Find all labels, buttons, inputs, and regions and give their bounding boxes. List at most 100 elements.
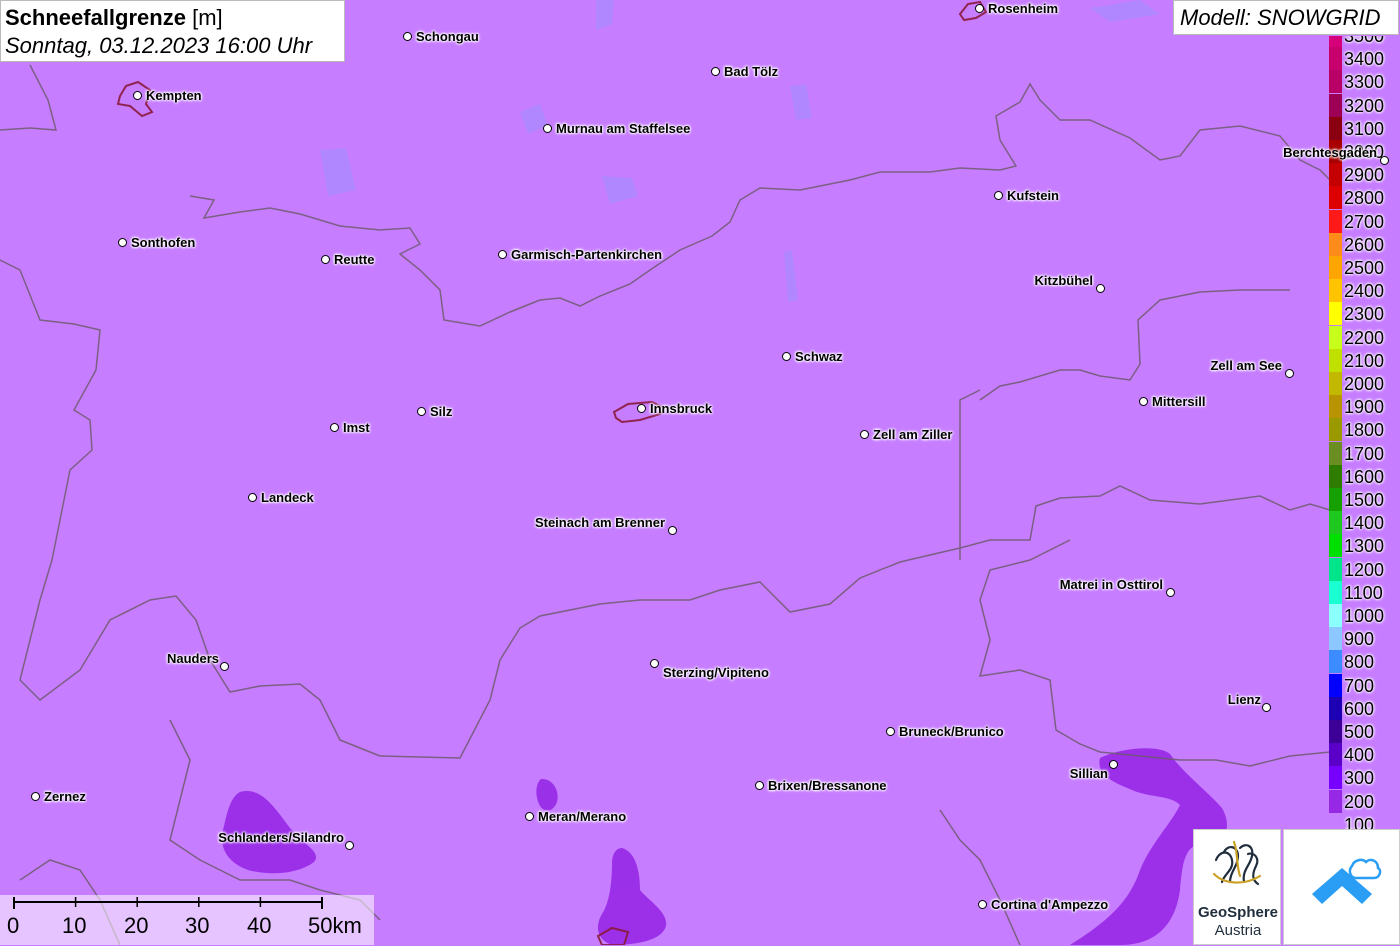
legend-swatch (1329, 534, 1342, 558)
legend-swatch (1329, 325, 1342, 349)
legend-swatch (1329, 650, 1342, 674)
place-marker[interactable] (978, 900, 987, 909)
place-marker[interactable] (220, 662, 229, 671)
map-canvas[interactable] (0, 0, 1400, 945)
legend-label: 1900 (1344, 397, 1385, 418)
legend-swatch (1329, 36, 1342, 47)
legend-swatch (1329, 163, 1342, 187)
snowgrid-logo[interactable] (1283, 829, 1400, 945)
place-label: Lienz (1227, 692, 1261, 707)
place-marker[interactable] (330, 423, 339, 432)
legend-entry: 2900 (1328, 163, 1400, 187)
place-marker[interactable] (782, 352, 791, 361)
legend-label: 900 (1344, 629, 1375, 650)
legend-label: 700 (1344, 675, 1375, 696)
legend-entry: 2700 (1328, 209, 1400, 233)
legend-entry: 2000 (1328, 372, 1400, 395)
legend-entry: 1600 (1328, 464, 1400, 488)
scale-label-50km: 50km (308, 913, 362, 938)
place-label: Schongau (416, 29, 479, 44)
place-label: Zell am See (1210, 358, 1282, 373)
legend-entry: 1300 (1328, 534, 1400, 558)
legend-swatch (1329, 302, 1342, 326)
legend-label: 3200 (1344, 95, 1385, 116)
legend-entry: 400 (1328, 743, 1400, 767)
snowgrid-logo-icon (1312, 858, 1382, 904)
legend-label: 800 (1344, 652, 1375, 673)
legend-swatch (1329, 488, 1342, 511)
legend-label: 2800 (1344, 188, 1385, 209)
legend-label: 2400 (1344, 281, 1385, 302)
legend-swatch (1329, 47, 1342, 71)
legend-entry: 2100 (1328, 348, 1400, 372)
legend-swatch (1329, 464, 1342, 488)
legend-label: 1600 (1344, 466, 1385, 487)
place-marker[interactable] (975, 4, 984, 13)
place-marker[interactable] (1262, 703, 1271, 712)
legend-label: 3100 (1344, 118, 1385, 139)
place-label: Steinach am Brenner (534, 515, 665, 530)
place-marker[interactable] (1096, 284, 1105, 293)
legend-swatch (1329, 232, 1342, 256)
legend-swatch (1329, 766, 1342, 790)
legend-swatch (1329, 743, 1342, 767)
legend-label: 100 (1344, 814, 1375, 830)
legend-label: 500 (1344, 722, 1375, 742)
place-label: Kempten (146, 88, 202, 103)
place-marker[interactable] (994, 191, 1003, 200)
legend-label: 400 (1344, 745, 1375, 766)
place-marker[interactable] (248, 493, 257, 502)
legend-label: 1200 (1344, 559, 1385, 580)
legend-entry: 2600 (1328, 232, 1400, 256)
place-marker[interactable] (118, 238, 127, 247)
legend-swatch (1329, 209, 1342, 233)
place-marker[interactable] (1285, 369, 1294, 378)
legend-label: 600 (1344, 698, 1375, 719)
legend-label: 1000 (1344, 606, 1385, 626)
place-marker[interactable] (860, 430, 869, 439)
place-marker[interactable] (886, 727, 895, 736)
legend-label: 1500 (1344, 490, 1385, 510)
place-marker[interactable] (403, 32, 412, 41)
place-label: Meran/Merano (538, 809, 627, 824)
place-marker[interactable] (755, 781, 764, 790)
scale-label-0: 0 (7, 913, 20, 938)
legend-label: 2000 (1344, 374, 1385, 394)
place-marker[interactable] (711, 67, 720, 76)
place-label: Imst (343, 420, 370, 435)
place-marker[interactable] (133, 91, 142, 100)
legend-entry: 1900 (1328, 395, 1400, 419)
place-marker[interactable] (637, 404, 646, 413)
scale-label-30: 30 (185, 913, 210, 938)
geosphere-logo-icon (1212, 840, 1262, 886)
legend-label: 2200 (1344, 327, 1385, 348)
place-marker[interactable] (1139, 397, 1148, 406)
place-marker[interactable] (525, 812, 534, 821)
map-title-bold: Schneefallgrenze (5, 5, 186, 30)
legend-swatch (1329, 812, 1342, 830)
place-marker[interactable] (1380, 156, 1389, 165)
map-title: Schneefallgrenze [m] (5, 4, 340, 32)
legend-swatch (1329, 627, 1342, 651)
legend-label: 1100 (1344, 582, 1383, 603)
legend-entry: 100 (1328, 812, 1400, 830)
place-marker[interactable] (321, 255, 330, 264)
legend-swatch (1329, 418, 1342, 442)
place-marker[interactable] (1166, 588, 1175, 597)
place-marker[interactable] (345, 841, 354, 850)
place-marker[interactable] (668, 526, 677, 535)
place-marker[interactable] (498, 250, 507, 259)
place-marker[interactable] (417, 407, 426, 416)
legend-swatch (1329, 789, 1342, 813)
legend-entry: 1200 (1328, 557, 1400, 581)
place-marker[interactable] (31, 792, 40, 801)
place-marker[interactable] (650, 659, 659, 668)
legend-label: 2100 (1344, 350, 1385, 371)
place-label: Schwaz (795, 349, 843, 364)
legend-swatch (1329, 186, 1342, 210)
legend-entry: 1400 (1328, 511, 1400, 535)
geosphere-logo[interactable]: GeoSphere Austria (1193, 829, 1281, 945)
place-marker[interactable] (1109, 760, 1118, 769)
legend-swatch (1329, 93, 1342, 117)
place-marker[interactable] (543, 124, 552, 133)
